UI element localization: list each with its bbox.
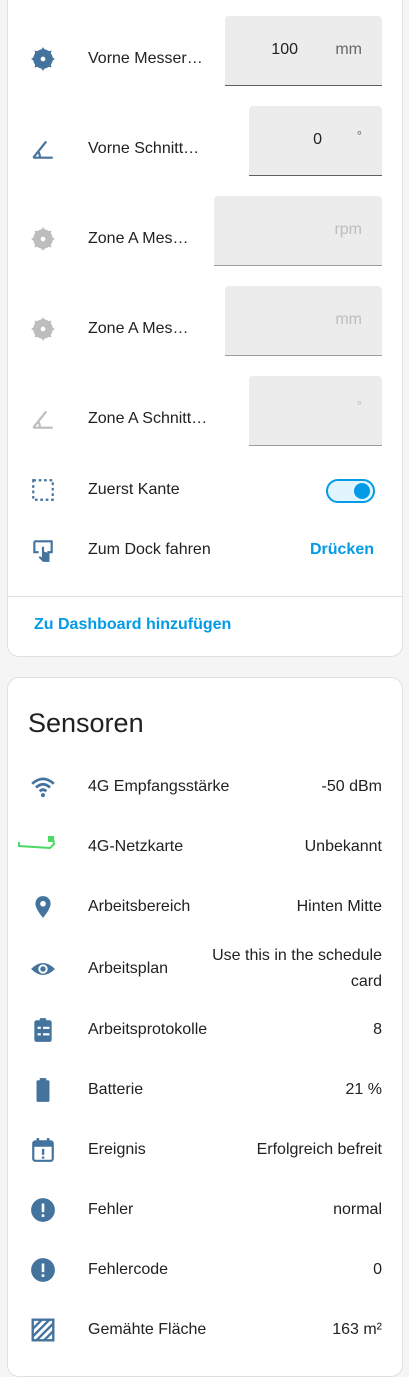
sensor-value: Erfolgreich befreit bbox=[256, 1141, 382, 1158]
sensor-value: normal bbox=[333, 1201, 382, 1218]
druecken-button[interactable]: Drücken bbox=[310, 541, 374, 559]
sensor-label: 4G Empfangsstärke bbox=[88, 778, 230, 795]
angle-acute-icon bbox=[30, 136, 56, 162]
alert-circle-icon bbox=[30, 1197, 56, 1223]
vorne-schnittwinkel-value: 0 bbox=[313, 131, 322, 148]
vorne-messerhoehe-unit: mm bbox=[335, 41, 362, 58]
sensor-value: Unbekannt bbox=[304, 838, 382, 855]
vorne-messerhoehe-row: Vorne Messerhöhe 100 mm bbox=[8, 16, 402, 86]
card-divider bbox=[8, 596, 402, 597]
sensor-value: 163 m² bbox=[332, 1321, 382, 1338]
vorne-schnittwinkel-input[interactable]: 0 ° bbox=[249, 106, 382, 176]
zone-a-schnittwinkel-unit: ° bbox=[356, 398, 362, 413]
zone-a-messerhoehe-unit: mm bbox=[335, 311, 362, 328]
sensor-label: Arbeitsbereich bbox=[88, 898, 191, 915]
wifi-icon bbox=[30, 774, 56, 800]
sensor-label: Fehler bbox=[88, 1201, 134, 1218]
zone-a-schnittwinkel-input[interactable]: ° bbox=[249, 376, 382, 446]
angle-acute-icon bbox=[30, 406, 56, 432]
sensor-row[interactable]: 4G Empfangsstärke -50 dBm bbox=[8, 774, 402, 800]
sensors-title: Sensoren bbox=[28, 708, 144, 738]
clipboard-list-icon bbox=[30, 1017, 56, 1043]
zone-a-drehzahl-label: Zone A Messerdrehzahl bbox=[88, 230, 196, 247]
sensor-row[interactable]: Arbeitsbereich Hinten Mitte bbox=[8, 894, 402, 920]
zone-a-drehzahl-row: Zone A Messerdrehzahl rpm bbox=[8, 196, 402, 266]
gesture-tap-icon bbox=[30, 537, 56, 563]
sensor-label: Batterie bbox=[88, 1081, 144, 1098]
eye-icon bbox=[30, 956, 56, 982]
sensor-label: Arbeitsplan bbox=[88, 960, 169, 977]
zone-a-schnittwinkel-row: Zone A Schnittwinkel ° bbox=[8, 376, 402, 446]
zone-a-messerhoehe-label: Zone A Messerhöhe bbox=[88, 320, 196, 337]
zone-a-drehzahl-input[interactable]: rpm bbox=[214, 196, 382, 266]
battery-icon bbox=[30, 1077, 56, 1103]
vorne-messerhoehe-value: 100 bbox=[271, 41, 298, 58]
sensor-value: -50 dBm bbox=[321, 778, 382, 795]
zone-a-messerhoehe-input[interactable]: mm bbox=[225, 286, 382, 356]
sim-card-icon bbox=[16, 830, 56, 856]
sensor-label: Ereignis bbox=[88, 1141, 146, 1158]
sensor-value: 8 bbox=[373, 1021, 382, 1038]
zum-dock-row: Zum Dock fahren Drücken bbox=[8, 535, 402, 565]
sensor-label: Gemähte Fläche bbox=[88, 1321, 207, 1338]
zuerst-kante-row: Zuerst Kante bbox=[8, 475, 402, 505]
vorne-schnittwinkel-row: Vorne Schnittwinkel 0 ° bbox=[8, 106, 402, 176]
sensor-row[interactable]: Arbeitsprotokolle 8 bbox=[8, 1017, 402, 1043]
sensor-row[interactable]: Ereignis Erfolgreich befreit bbox=[8, 1137, 402, 1163]
sensors-card: Sensoren 4G Empfangsstärke -50 dBm 4G-Ne… bbox=[7, 677, 403, 1377]
zuerst-kante-toggle[interactable] bbox=[326, 479, 375, 503]
sensor-value: 0 bbox=[373, 1261, 382, 1278]
sensor-value: 21 % bbox=[345, 1081, 382, 1098]
vorne-messerhoehe-label: Vorne Messerhöhe bbox=[88, 50, 203, 67]
sensor-row[interactable]: Fehler normal bbox=[8, 1197, 402, 1223]
sensor-row[interactable]: Arbeitsplan Use this in the schedule car… bbox=[8, 943, 402, 995]
alert-circle-icon bbox=[30, 1257, 56, 1283]
zum-dock-label: Zum Dock fahren bbox=[88, 541, 211, 558]
zone-a-messerhoehe-row: Zone A Messerhöhe mm bbox=[8, 286, 402, 356]
add-to-dashboard-link[interactable]: Zu Dashboard hinzufügen bbox=[34, 616, 231, 634]
sensor-row[interactable]: Batterie 21 % bbox=[8, 1077, 402, 1103]
vorne-messerhoehe-input[interactable]: 100 mm bbox=[225, 16, 382, 86]
vorne-schnittwinkel-unit: ° bbox=[356, 128, 362, 143]
selection-icon bbox=[30, 477, 56, 503]
saw-blade-icon bbox=[30, 226, 56, 252]
settings-card: Vorne Messerhöhe 100 mm Vorne Schnittwin… bbox=[7, 0, 403, 657]
calendar-alert-icon bbox=[30, 1137, 56, 1163]
sensor-value: Use this in the schedule card bbox=[212, 947, 382, 990]
saw-blade-icon bbox=[30, 316, 56, 342]
vorne-schnittwinkel-label: Vorne Schnittwinkel bbox=[88, 140, 208, 157]
zone-a-schnittwinkel-label: Zone A Schnittwinkel bbox=[88, 410, 210, 427]
sensor-row[interactable]: 4G-Netzkarte Unbekannt bbox=[8, 834, 402, 860]
toggle-knob bbox=[354, 483, 370, 499]
zuerst-kante-label: Zuerst Kante bbox=[88, 481, 180, 498]
zone-a-drehzahl-unit: rpm bbox=[334, 221, 362, 238]
texture-box-icon bbox=[30, 1317, 56, 1343]
sensor-label: 4G-Netzkarte bbox=[88, 838, 184, 855]
sensor-row[interactable]: Fehlercode 0 bbox=[8, 1257, 402, 1283]
sensor-label: Arbeitsprotokolle bbox=[88, 1021, 208, 1038]
saw-blade-icon bbox=[30, 46, 56, 72]
sensor-row[interactable]: Gemähte Fläche 163 m² bbox=[8, 1317, 402, 1343]
map-marker-icon bbox=[30, 894, 56, 920]
sensor-value: Hinten Mitte bbox=[296, 898, 382, 915]
sensor-label: Fehlercode bbox=[88, 1261, 169, 1278]
